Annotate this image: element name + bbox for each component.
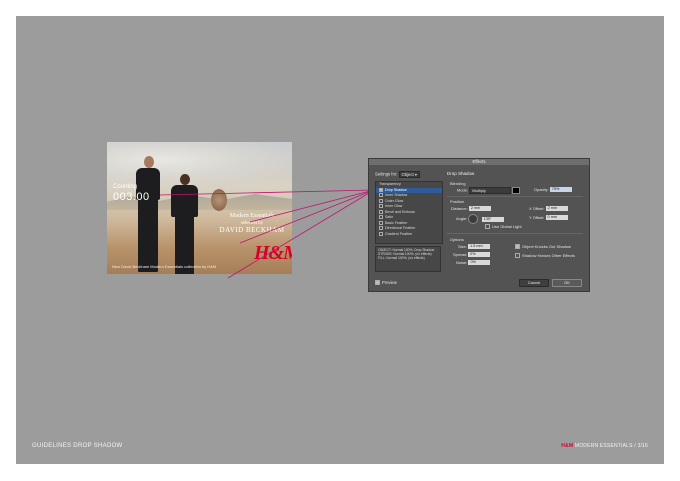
global-light-row[interactable]: Use Global Light bbox=[485, 224, 522, 230]
footer-page-text: MODERN ESSENTIALS / 3/16 bbox=[574, 443, 648, 449]
noise-input[interactable]: 0% bbox=[468, 260, 491, 266]
settings-for-select[interactable]: Object ▾ bbox=[398, 171, 420, 178]
preview-toggle[interactable]: Preview bbox=[375, 280, 397, 286]
collection-title: Modern Essentials selected by DAVID BECK… bbox=[217, 213, 287, 234]
position-title: Position bbox=[450, 199, 465, 204]
y-offset-row: Y Offset: 0 mm bbox=[529, 215, 568, 221]
dialog-title: Effects bbox=[369, 159, 589, 165]
shadow-color-swatch[interactable] bbox=[512, 187, 521, 194]
photo-tree bbox=[211, 189, 227, 211]
distance-row: Distance: 2 mm bbox=[451, 206, 491, 212]
settings-for-label: Settings for: bbox=[375, 171, 398, 177]
counter-label: Counting bbox=[113, 184, 138, 190]
noise-row: Noise: 0% bbox=[456, 260, 491, 266]
blending-title: Blending bbox=[450, 181, 466, 186]
divider-position bbox=[447, 233, 583, 234]
settings-for-value: Object bbox=[401, 172, 414, 177]
blend-mode-row: Mode: Multiply bbox=[457, 187, 521, 194]
y-offset-input[interactable]: 0 mm bbox=[545, 215, 568, 221]
effect-label: Gradient Feather bbox=[385, 231, 413, 236]
effect-label: Outer Glow bbox=[385, 198, 404, 203]
effect-label: Basic Feather bbox=[385, 220, 408, 225]
footer-brand: H&M bbox=[561, 443, 574, 449]
options-title: Options bbox=[450, 237, 464, 242]
blend-mode-select[interactable]: Multiply bbox=[469, 187, 512, 194]
y-offset-label: Y Offset: bbox=[529, 215, 545, 220]
spread-label: Spread: bbox=[453, 252, 468, 257]
effect-checkbox[interactable] bbox=[379, 193, 383, 198]
effect-checkbox[interactable] bbox=[379, 215, 383, 220]
size-label: Size: bbox=[458, 244, 467, 249]
global-light-checkbox[interactable] bbox=[485, 224, 490, 230]
effect-label: Inner Shadow bbox=[385, 193, 408, 197]
effect-checkbox[interactable] bbox=[379, 226, 383, 231]
divider-blending bbox=[447, 196, 583, 197]
settings-for-row: Settings for: Object ▾ bbox=[375, 171, 420, 178]
effect-label: Bevel and Emboss bbox=[385, 209, 415, 214]
global-light-label: Use Global Light bbox=[492, 224, 522, 229]
effect-label: Inner Glow bbox=[385, 204, 403, 208]
chevron-down-icon: ▾ bbox=[414, 172, 417, 177]
model-2-head bbox=[180, 174, 190, 185]
section-title-drop-shadow: Drop Shadow bbox=[447, 171, 475, 176]
size-row: Size: 1.5 mm bbox=[458, 244, 491, 250]
collection-title-line-3: DAVID BECKHAM bbox=[219, 226, 285, 234]
footer-title: GUIDELINES DROP SHADOW bbox=[32, 443, 123, 449]
effect-label: Satin bbox=[385, 215, 394, 219]
honors-effects-row[interactable]: Shadow Honors Other Effects bbox=[515, 253, 575, 259]
effects-dialog: Effects Settings for: Object ▾ Transpare… bbox=[368, 158, 590, 292]
knocks-out-row[interactable]: Object Knocks Out Shadow bbox=[515, 244, 571, 250]
ok-button[interactable]: OK bbox=[552, 279, 582, 287]
angle-row: Angle: 135° bbox=[456, 214, 504, 224]
effect-checkbox[interactable] bbox=[379, 231, 383, 236]
effect-checkbox[interactable] bbox=[379, 187, 383, 192]
noise-label: Noise: bbox=[456, 260, 468, 265]
distance-input[interactable]: 2 mm bbox=[468, 206, 491, 212]
photo-caption: New David Beckham Modern Essentials coll… bbox=[112, 264, 217, 269]
knocks-out-checkbox[interactable] bbox=[515, 244, 520, 250]
x-offset-row: X Offset: 2 mm bbox=[529, 206, 568, 212]
model-1-head bbox=[144, 156, 154, 168]
opacity-row: Opacity: 75% bbox=[534, 187, 572, 193]
size-input[interactable]: 1.5 mm bbox=[468, 244, 491, 250]
effect-checkbox[interactable] bbox=[379, 220, 383, 225]
hm-logo: H&M bbox=[254, 242, 292, 264]
effect-checkbox[interactable] bbox=[379, 198, 383, 203]
spread-row: Spread: 0% bbox=[453, 252, 491, 258]
x-offset-input[interactable]: 2 mm bbox=[545, 206, 568, 212]
effect-checkbox[interactable] bbox=[379, 204, 383, 209]
effect-label: Drop Shadow bbox=[385, 187, 407, 192]
effect-item[interactable]: Gradient Feather bbox=[376, 232, 442, 238]
angle-input[interactable]: 135° bbox=[481, 216, 504, 222]
knocks-out-label: Object Knocks Out Shadow bbox=[522, 244, 571, 249]
honors-effects-label: Shadow Honors Other Effects bbox=[522, 253, 575, 258]
preview-label: Preview bbox=[382, 280, 397, 285]
opacity-input[interactable]: 75% bbox=[549, 187, 572, 193]
effects-summary: OBJECT: Normal 100%; Drop Shadow STROKE:… bbox=[375, 246, 441, 272]
model-2-body bbox=[171, 185, 198, 217]
effects-list: Transparency Drop Shadow Inner Shadow Oute… bbox=[375, 181, 443, 244]
angle-dial-icon[interactable] bbox=[468, 214, 479, 224]
blend-mode-label: Mode: bbox=[457, 187, 469, 193]
distance-label: Distance: bbox=[451, 206, 468, 211]
honors-effects-checkbox[interactable] bbox=[515, 253, 520, 259]
footer-page-info: H&M MODERN ESSENTIALS / 3/16 bbox=[561, 443, 648, 449]
model-1-legs bbox=[138, 198, 158, 272]
campaign-photo: Counting 003.00 Modern Essentials select… bbox=[107, 142, 292, 274]
collection-title-line-1: Modern Essentials bbox=[229, 213, 275, 219]
counter-value: 003.00 bbox=[113, 191, 150, 203]
cancel-button[interactable]: Cancel bbox=[519, 279, 549, 287]
spread-input[interactable]: 0% bbox=[468, 252, 491, 258]
x-offset-label: X Offset: bbox=[529, 206, 545, 211]
preview-checkbox[interactable] bbox=[375, 280, 380, 286]
effect-label: Directional Feather bbox=[385, 226, 416, 230]
effect-checkbox[interactable] bbox=[379, 209, 383, 214]
photo-sky bbox=[107, 142, 292, 187]
angle-label: Angle: bbox=[456, 216, 468, 222]
opacity-label: Opacity: bbox=[534, 187, 549, 192]
blend-mode-value: Multiply bbox=[472, 188, 486, 193]
